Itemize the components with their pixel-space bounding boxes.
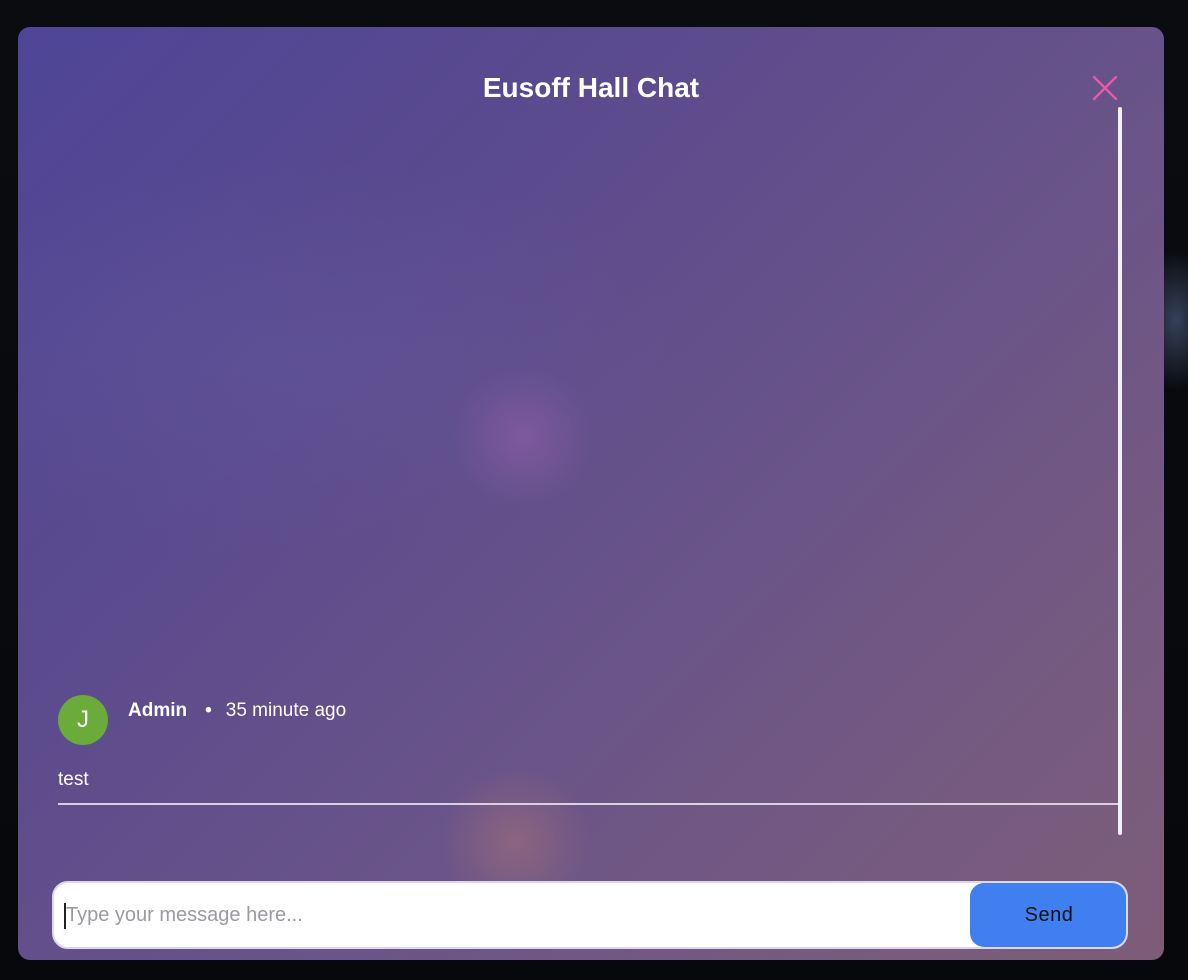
- message-input[interactable]: [54, 883, 970, 947]
- message-author: Admin: [128, 700, 188, 721]
- close-button[interactable]: [1088, 71, 1122, 105]
- message-item: J Admin • 35 minute ago test: [58, 695, 1118, 805]
- message-composer: Send: [52, 881, 1128, 949]
- message-timestamp: 35 minute ago: [225, 700, 347, 721]
- chat-title: Eusoff Hall Chat: [482, 72, 700, 103]
- avatar: J: [58, 695, 108, 745]
- message-text: test: [58, 769, 89, 790]
- meta-separator: •: [205, 700, 212, 721]
- close-icon: [1092, 75, 1118, 101]
- scrollbar-thumb[interactable]: [1118, 107, 1122, 835]
- message-divider: [58, 803, 1118, 805]
- chat-panel: Eusoff Hall Chat J Admin • 35 minute ago t…: [18, 27, 1164, 960]
- text-caret: [64, 903, 66, 929]
- message-meta: Admin • 35 minute ago: [128, 699, 346, 723]
- send-button[interactable]: Send: [970, 883, 1126, 947]
